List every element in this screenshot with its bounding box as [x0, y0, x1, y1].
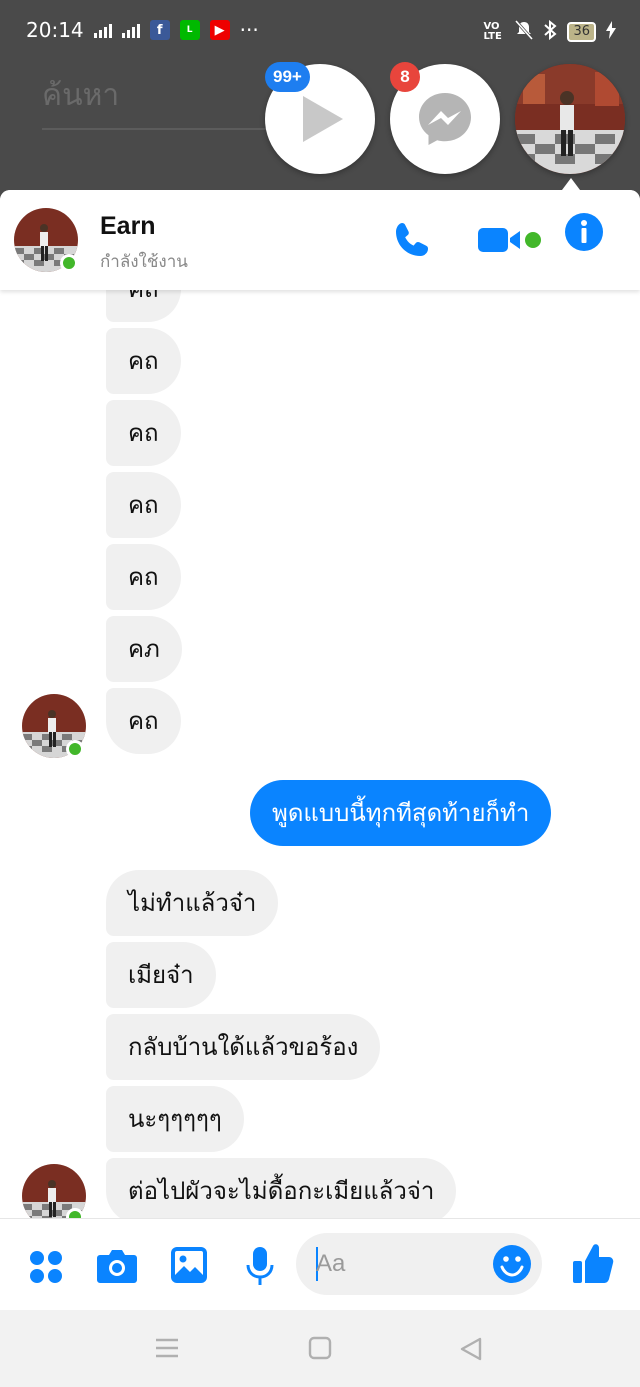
more-actions-button[interactable]: [28, 1249, 64, 1289]
play-icon: [303, 96, 343, 142]
message-bubble[interactable]: กลับบ้านใด้แล้วขอร้อง: [106, 1014, 381, 1080]
message-input[interactable]: [316, 1233, 486, 1295]
contact-name: Earn: [100, 212, 156, 240]
back-button[interactable]: [458, 1336, 484, 1366]
facebook-icon: f: [149, 20, 170, 40]
microphone-icon: [246, 1247, 274, 1285]
thumbs-up-icon: [573, 1244, 614, 1283]
contact-status: กำลังใช้งาน: [100, 252, 188, 272]
avatar-photo: [515, 64, 625, 174]
my-message-bubble[interactable]: พูดแบบนี้ทุกทีสุดท้ายก็ทำ: [250, 780, 552, 846]
recents-button[interactable]: [154, 1336, 180, 1364]
background-divider: [42, 128, 302, 130]
phone-icon: [396, 223, 428, 256]
smiley-icon: [493, 1245, 531, 1283]
message-list: คถ คถ คถ คถ คถ คภ คถ พูดแบบนี้ทุกทีสุดท้…: [0, 290, 640, 1218]
like-button[interactable]: [572, 1241, 614, 1289]
mute-icon: [515, 20, 534, 44]
home-button[interactable]: [308, 1336, 332, 1364]
message-bubble[interactable]: ไม่ทำแล้วจ๋า: [106, 870, 279, 936]
line-icon: L: [179, 20, 200, 40]
message-bubble[interactable]: คถ: [106, 688, 181, 754]
message-bubble[interactable]: คถ: [106, 400, 181, 466]
emoji-button[interactable]: [492, 1244, 532, 1288]
message-bubble[interactable]: คภ: [106, 616, 182, 682]
info-icon: [565, 213, 603, 251]
active-chat-head-avatar[interactable]: [515, 64, 625, 174]
message-input-wrapper: [296, 1233, 542, 1295]
message-bubble[interactable]: คถ: [106, 544, 181, 610]
chat-header: Earn กำลังใช้งาน: [0, 190, 640, 290]
signal-icon: [93, 22, 112, 38]
video-active-indicator: [525, 232, 541, 248]
image-icon: [171, 1247, 207, 1283]
signal-4g-icon: [121, 22, 140, 38]
message-bubble[interactable]: ต่อไปผัวจะไม่ดื้อกะเมียแล้วจ่า: [106, 1158, 457, 1218]
back-triangle-icon: [460, 1337, 482, 1361]
battery-indicator: 36: [567, 22, 596, 42]
voice-call-button[interactable]: [392, 220, 432, 264]
video-call-button[interactable]: [476, 220, 524, 264]
info-button[interactable]: [564, 212, 604, 256]
message-bubble[interactable]: คถ: [106, 328, 181, 394]
voice-message-button[interactable]: [244, 1245, 276, 1291]
volte-icon: VO LTE: [483, 21, 502, 42]
more-notifications: ···: [239, 18, 259, 42]
message-composer: [0, 1218, 640, 1310]
messenger-badge: 8: [390, 62, 420, 92]
menu-lines-icon: [156, 1338, 178, 1358]
square-icon: [308, 1336, 332, 1360]
gallery-button[interactable]: [170, 1246, 208, 1288]
chat-head-pointer: [562, 178, 580, 190]
bluetooth-icon: [543, 19, 557, 44]
youtube-icon: ▶: [209, 20, 230, 40]
video-chat-badge: 99+: [265, 62, 310, 92]
status-time: 20:14: [26, 18, 84, 42]
background-search-label: ค้นหา: [42, 78, 120, 113]
system-navigation-bar: [0, 1310, 640, 1387]
status-bar: 20:14 f L ▶ ··· VO LTE 36: [0, 0, 640, 64]
chat-panel: Earn กำลังใช้งาน คถ คถ คถ คถ คถ ค: [0, 190, 640, 1310]
message-bubble[interactable]: นะๆๆๆๆๆ: [106, 1086, 244, 1152]
four-dots-icon: [30, 1251, 62, 1283]
camera-icon: [97, 1250, 137, 1283]
charging-icon: [606, 21, 616, 43]
messenger-icon: [419, 93, 471, 145]
video-camera-icon: [478, 228, 520, 252]
camera-button[interactable]: [96, 1247, 138, 1289]
message-bubble[interactable]: คถ: [106, 290, 181, 322]
message-bubble[interactable]: คถ: [106, 472, 181, 538]
message-bubble[interactable]: เมียจ๋า: [106, 942, 216, 1008]
online-indicator: [66, 740, 84, 758]
online-indicator: [60, 254, 78, 272]
